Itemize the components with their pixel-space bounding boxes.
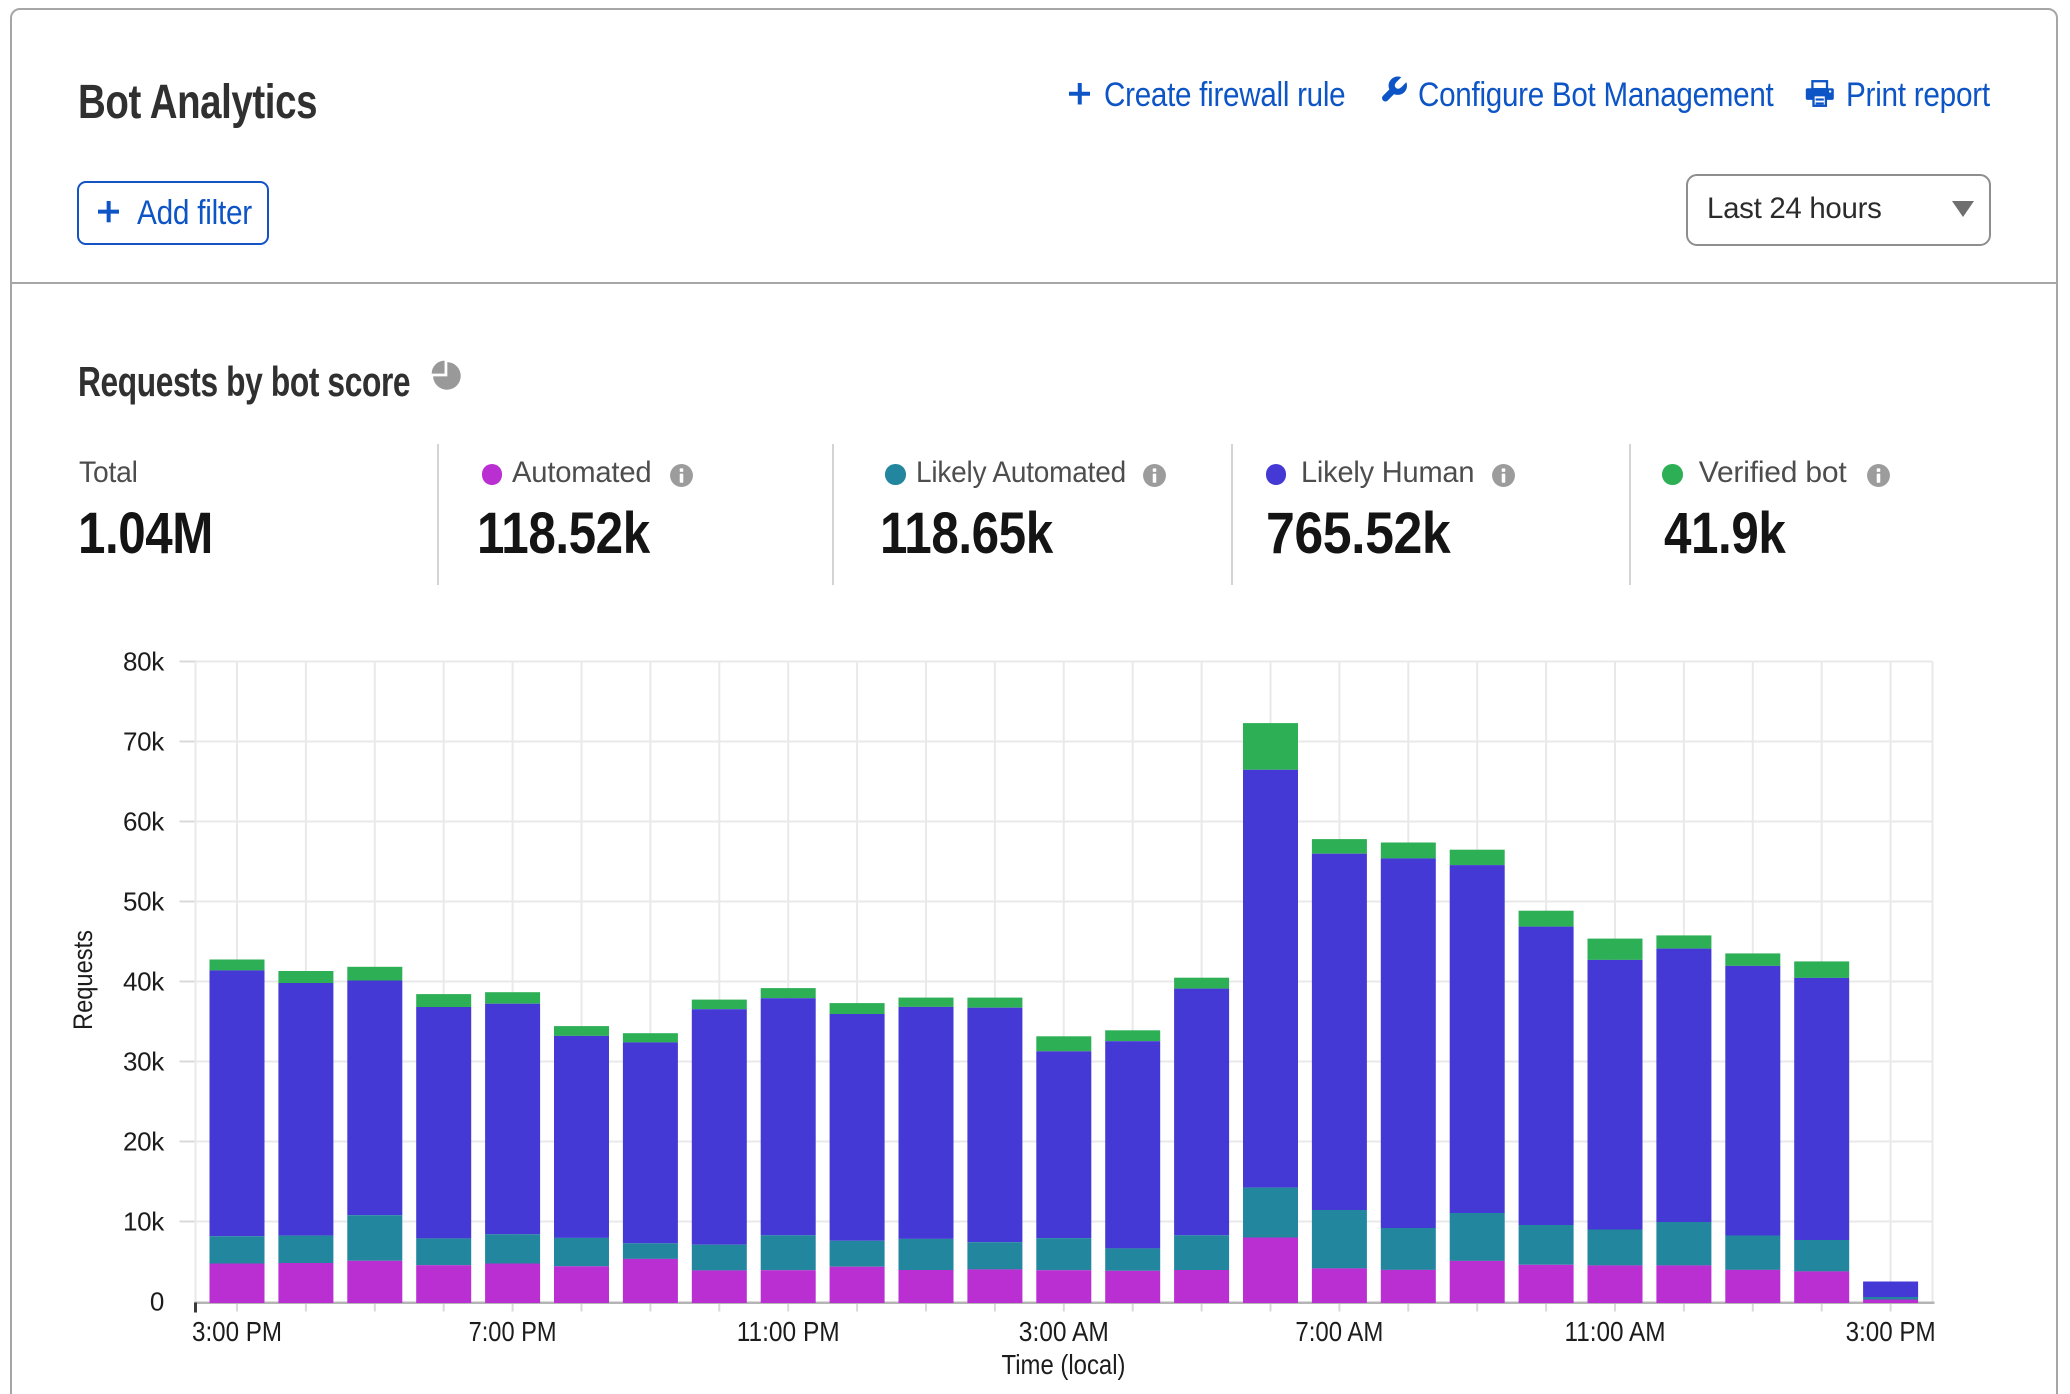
svg-text:3:00 AM: 3:00 AM [1019, 1316, 1109, 1347]
svg-text:3:00 PM: 3:00 PM [1846, 1316, 1936, 1347]
svg-text:3:00 PM: 3:00 PM [192, 1316, 282, 1347]
svg-text:11:00 AM: 11:00 AM [1565, 1316, 1666, 1347]
svg-text:0: 0 [150, 1287, 164, 1317]
svg-text:Requests: Requests [68, 930, 98, 1030]
svg-text:7:00 AM: 7:00 AM [1295, 1316, 1383, 1347]
svg-text:50k: 50k [123, 887, 165, 917]
svg-text:70k: 70k [123, 727, 165, 757]
svg-text:7:00 PM: 7:00 PM [469, 1316, 557, 1347]
svg-text:10k: 10k [123, 1207, 165, 1237]
svg-text:80k: 80k [123, 647, 165, 677]
svg-text:40k: 40k [123, 967, 165, 997]
svg-text:60k: 60k [123, 807, 165, 837]
svg-text:Time (local): Time (local) [1002, 1349, 1126, 1380]
svg-text:30k: 30k [123, 1047, 165, 1077]
svg-text:20k: 20k [123, 1127, 165, 1157]
svg-text:11:00 PM: 11:00 PM [737, 1316, 840, 1347]
